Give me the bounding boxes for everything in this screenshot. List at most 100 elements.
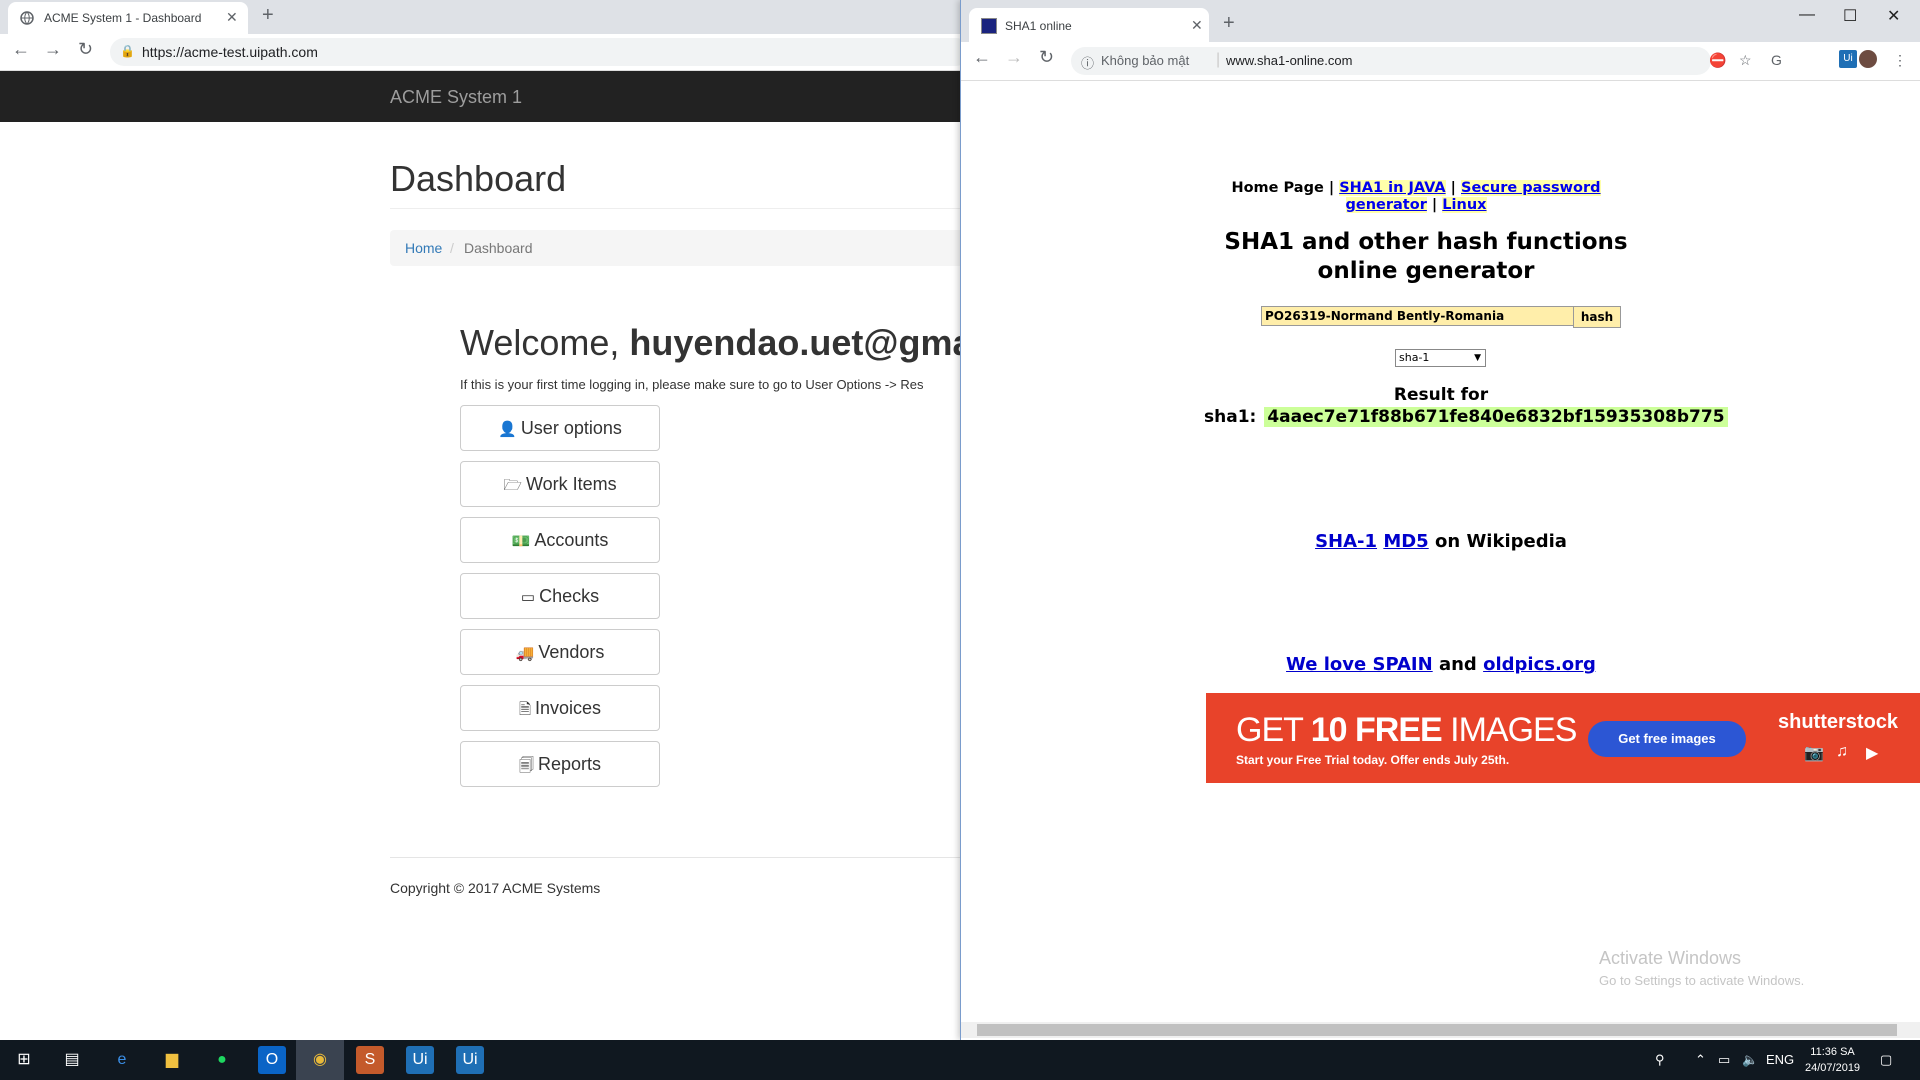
forward-icon[interactable]: → (44, 39, 62, 60)
oldpics-link[interactable]: oldpics.org (1483, 654, 1596, 675)
star-icon[interactable]: ☆ (1739, 52, 1752, 69)
activate-windows-subtitle: Go to Settings to activate Windows. (1599, 973, 1805, 988)
people-icon[interactable]: ⚲ (1655, 1052, 1665, 1068)
invoices-button[interactable]: 🗎 Invoices (460, 685, 660, 731)
close-window-icon[interactable]: ✕ (1887, 6, 1900, 26)
truck-icon: 🚚 (515, 645, 535, 662)
video-icon: ▶ (1866, 745, 1879, 762)
sha1-heading: SHA1 and other hash functions online gen… (1151, 228, 1701, 286)
reports-button[interactable]: 🗐 Reports (460, 741, 660, 787)
money-icon: 💵 (511, 533, 531, 550)
camera-icon: 📷 (1804, 745, 1824, 762)
file-explorer-icon[interactable]: ▆ (158, 1046, 186, 1074)
tab-title: SHA1 online (1005, 19, 1072, 33)
result-prefix: sha1: (1204, 407, 1257, 427)
right-omnibox[interactable]: ⓘ Không bảo mật | www.sha1-online.com (1071, 47, 1711, 75)
hash-button[interactable]: hash (1573, 306, 1621, 328)
tab-sha1-online[interactable]: SHA1 online ✕ (969, 8, 1209, 42)
uipath-extension-icon[interactable]: Ui (1839, 50, 1857, 68)
tab-acme-dashboard[interactable]: ACME System 1 - Dashboard ✕ (8, 2, 248, 34)
button-label: Checks (539, 586, 600, 606)
left-url[interactable]: https://acme-test.uipath.com (142, 44, 318, 60)
horizontal-scrollbar[interactable] (961, 1022, 1920, 1038)
scrollbar-thumb[interactable] (977, 1024, 1897, 1036)
close-tab-icon[interactable]: ✕ (226, 9, 238, 26)
welcome-user: huyendao.uet@gma (629, 322, 973, 363)
notifications-icon[interactable]: ▢ (1880, 1052, 1892, 1068)
button-label: Invoices (535, 698, 602, 718)
result-label: Result for (1393, 385, 1489, 405)
shutterstock-logo: shutterstock (1778, 711, 1899, 733)
result-hash-line: sha1: 4aaec7e71f88b671fe840e6832bf1593530… (1204, 407, 1728, 427)
favicon (981, 18, 997, 34)
get-free-images-button[interactable]: Get free images (1588, 721, 1746, 757)
first-login-note: If this is your first time logging in, p… (460, 377, 924, 392)
work-items-button[interactable]: 🗁 Work Items (460, 461, 660, 507)
spotify-icon[interactable]: ● (208, 1046, 236, 1074)
right-url[interactable]: www.sha1-online.com (1226, 53, 1352, 68)
chrome-icon[interactable]: ◉ (306, 1046, 334, 1074)
breadcrumb-current: Dashboard (464, 240, 533, 256)
uipath-studio-icon[interactable]: Ui (406, 1046, 434, 1074)
uipath-robot-icon[interactable]: Ui (456, 1046, 484, 1074)
vendors-button[interactable]: 🚚 Vendors (460, 629, 660, 675)
user-options-button[interactable]: 👤 User options (460, 405, 660, 451)
chevron-up-icon[interactable]: ⌃ (1695, 1052, 1706, 1068)
reload-icon[interactable]: ↻ (78, 39, 93, 60)
right-tab-strip: SHA1 online ✕ + — ☐ ✕ (961, 0, 1920, 42)
algorithm-select[interactable]: sha-1 ▼ (1395, 349, 1486, 367)
skype-icon[interactable]: S (356, 1046, 384, 1074)
close-tab-icon[interactable]: ✕ (1191, 17, 1203, 34)
volume-icon[interactable]: 🔈 (1742, 1052, 1758, 1068)
checks-button[interactable]: ▭ Checks (460, 573, 660, 619)
edge-icon[interactable]: e (108, 1046, 136, 1074)
sha-1-wiki-link[interactable]: SHA-1 (1315, 531, 1377, 552)
maximize-icon[interactable]: ☐ (1843, 6, 1857, 26)
avatar[interactable] (1859, 50, 1877, 68)
breadcrumb-home-link[interactable]: Home (405, 240, 442, 256)
acme-brand[interactable]: ACME System 1 (390, 87, 522, 108)
linux-link[interactable]: Linux (1442, 197, 1487, 213)
task-view-icon[interactable]: ▤ (58, 1046, 86, 1074)
translate-icon[interactable]: ⛔ (1709, 52, 1726, 69)
button-label: User options (520, 418, 622, 438)
left-omnibox[interactable]: 🔒 https://acme-test.uipath.com (110, 38, 970, 66)
md5-wiki-link[interactable]: MD5 (1383, 531, 1428, 552)
shutterstock-ad[interactable]: GET 10 FREE IMAGES Start your Free Trial… (1206, 693, 1920, 783)
back-icon[interactable]: ← (12, 39, 30, 60)
activate-windows-title: Activate Windows (1599, 948, 1742, 968)
new-tab-button[interactable]: + (262, 4, 274, 27)
result-hash[interactable]: 4aaec7e71f88b671fe840e6832bf15935308b775 (1264, 407, 1728, 427)
minimize-icon[interactable]: — (1799, 6, 1815, 24)
breadcrumb-separator: / (450, 240, 454, 256)
system-clock[interactable]: 11:36 SA 24/07/2019 (1805, 1044, 1860, 1076)
user-icon: 👤 (498, 421, 517, 438)
language-indicator[interactable]: ENG (1766, 1052, 1794, 1067)
wikipedia-links: SHA-1 MD5 on Wikipedia (1191, 531, 1691, 552)
chevron-down-icon: ▼ (1474, 353, 1481, 363)
ad-headline-bold: 10 FREE (1310, 711, 1443, 749)
windows-start-icon[interactable]: ⊞ (10, 1046, 38, 1074)
outlook-icon[interactable]: O (258, 1046, 286, 1074)
back-icon[interactable]: ← (973, 47, 991, 68)
forward-icon[interactable]: → (1005, 47, 1023, 68)
menu-icon[interactable]: ⋮ (1893, 52, 1907, 69)
security-label[interactable]: Không bảo mật (1101, 53, 1189, 68)
extension-translate-icon[interactable]: G (1771, 52, 1782, 68)
document-icon: 🗎 (518, 701, 531, 718)
button-label: Work Items (525, 474, 617, 494)
secure-password-generator-link[interactable]: generator (1345, 197, 1427, 213)
sha1-browser-window: SHA1 online ✕ + — ☐ ✕ ← → ↻ ⓘ Không bảo … (960, 0, 1920, 1040)
we-love-spain-link[interactable]: We love SPAIN (1286, 654, 1433, 675)
sha1-top-nav: Home Page | SHA1 in JAVA | Secure passwo… (1216, 180, 1616, 214)
new-tab-button[interactable]: + (1223, 12, 1235, 35)
network-icon[interactable]: ▭ (1718, 1052, 1730, 1068)
and-text: and (1438, 654, 1477, 675)
sha1-in-java-link[interactable]: SHA1 in JAVA (1339, 180, 1446, 196)
reload-icon[interactable]: ↻ (1039, 47, 1054, 68)
hash-input[interactable]: PO26319-Normand Bently-Romania (1261, 306, 1580, 326)
secure-password-link[interactable]: Secure password (1461, 180, 1601, 196)
ad-subline: Start your Free Trial today. Offer ends … (1236, 753, 1510, 767)
info-icon[interactable]: ⓘ (1081, 53, 1094, 72)
accounts-button[interactable]: 💵 Accounts (460, 517, 660, 563)
